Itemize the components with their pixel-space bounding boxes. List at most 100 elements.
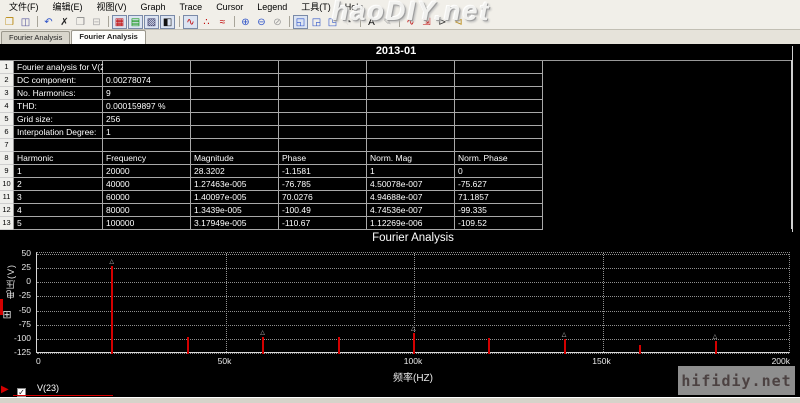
- cell[interactable]: 28.3202: [191, 165, 279, 178]
- cell[interactable]: 4: [14, 204, 103, 217]
- menu-item-3[interactable]: Graph: [134, 0, 173, 14]
- cell[interactable]: 1: [103, 126, 191, 139]
- cell[interactable]: Fourier analysis for V(23):: [14, 61, 103, 74]
- menu-item-2[interactable]: 视图(V): [90, 0, 134, 14]
- export-icon[interactable]: ⊳: [435, 15, 450, 29]
- cell[interactable]: [367, 61, 455, 74]
- cell[interactable]: 80000: [103, 204, 191, 217]
- copy-icon[interactable]: ❐: [73, 15, 88, 29]
- cell[interactable]: [191, 126, 279, 139]
- cell[interactable]: [279, 87, 367, 100]
- open-icon[interactable]: ❐: [2, 15, 17, 29]
- cell[interactable]: [279, 139, 367, 152]
- cell[interactable]: 0.00278074: [103, 74, 191, 87]
- merge-trace-icon[interactable]: ⇲: [419, 15, 434, 29]
- zoom-restore-icon[interactable]: ⊘: [270, 15, 285, 29]
- cell[interactable]: Norm. Phase: [455, 152, 543, 165]
- plot-area[interactable]: △△△△△: [36, 252, 790, 353]
- cell[interactable]: [367, 100, 455, 113]
- cell[interactable]: 1.3439e-005: [191, 204, 279, 217]
- cell[interactable]: [455, 74, 543, 87]
- cell[interactable]: 4.74536e-007: [367, 204, 455, 217]
- cell[interactable]: [367, 139, 455, 152]
- cell[interactable]: [455, 100, 543, 113]
- cell[interactable]: 1: [14, 165, 103, 178]
- cell[interactable]: 1.12269e-006: [367, 217, 455, 230]
- text-icon[interactable]: A: [364, 15, 379, 29]
- cell[interactable]: Frequency: [103, 152, 191, 165]
- curve-points-icon[interactable]: ≈: [215, 15, 230, 29]
- cell[interactable]: [455, 113, 543, 126]
- zoom-x-icon[interactable]: ◱: [293, 15, 308, 29]
- cell[interactable]: DC component:: [14, 74, 103, 87]
- cell[interactable]: -100.49: [279, 204, 367, 217]
- cell[interactable]: 5: [14, 217, 103, 230]
- cell[interactable]: [191, 74, 279, 87]
- menu-item-4[interactable]: Trace: [173, 0, 210, 14]
- undo-icon[interactable]: ↶: [41, 15, 56, 29]
- cell[interactable]: -75.627: [455, 178, 543, 191]
- scatter-icon[interactable]: ∴: [199, 15, 214, 29]
- cell[interactable]: 4.50078e-007: [367, 178, 455, 191]
- cell[interactable]: 1: [367, 165, 455, 178]
- tab-fourier-analysis-1[interactable]: Fourier Analysis: [71, 30, 146, 44]
- cell[interactable]: [279, 61, 367, 74]
- cell[interactable]: [191, 113, 279, 126]
- cell[interactable]: [14, 139, 103, 152]
- save-icon[interactable]: ◫: [18, 15, 33, 29]
- list-view-icon[interactable]: ▤: [128, 15, 143, 29]
- paste-icon[interactable]: ⊟: [89, 15, 104, 29]
- menu-item-7[interactable]: 工具(T): [294, 0, 338, 14]
- zoom-in-icon[interactable]: ⊕: [238, 15, 253, 29]
- chart-view-icon[interactable]: ▨: [144, 15, 159, 29]
- cell[interactable]: Magnitude: [191, 152, 279, 165]
- cell[interactable]: [455, 87, 543, 100]
- cell[interactable]: 70.0276: [279, 191, 367, 204]
- menu-item-0[interactable]: 文件(F): [2, 0, 46, 14]
- cell[interactable]: 60000: [103, 191, 191, 204]
- cell[interactable]: [279, 74, 367, 87]
- cell[interactable]: [103, 61, 191, 74]
- cell[interactable]: Grid size:: [14, 113, 103, 126]
- cell[interactable]: THD:: [14, 100, 103, 113]
- pan-icon[interactable]: ◔: [341, 15, 356, 29]
- cell[interactable]: [367, 87, 455, 100]
- delete-icon[interactable]: ✗: [57, 15, 72, 29]
- cell[interactable]: 9: [103, 87, 191, 100]
- cell[interactable]: [455, 61, 543, 74]
- cell[interactable]: [455, 126, 543, 139]
- cell[interactable]: 1.40097e-005: [191, 191, 279, 204]
- zoom-out-icon[interactable]: ⊖: [254, 15, 269, 29]
- grid-view-icon[interactable]: ▦: [112, 15, 127, 29]
- cell[interactable]: 40000: [103, 178, 191, 191]
- cell[interactable]: 0.000159897 %: [103, 100, 191, 113]
- cell[interactable]: [279, 126, 367, 139]
- tab-fourier-analysis-0[interactable]: Fourier Analysis: [1, 31, 70, 44]
- cell[interactable]: [367, 113, 455, 126]
- cell[interactable]: No. Harmonics:: [14, 87, 103, 100]
- cell[interactable]: 3.17949e-005: [191, 217, 279, 230]
- cell[interactable]: [367, 74, 455, 87]
- curve-icon[interactable]: ∿: [183, 15, 198, 29]
- cell[interactable]: Harmonic: [14, 152, 103, 165]
- cell[interactable]: -109.52: [455, 217, 543, 230]
- import-icon[interactable]: ⊲: [451, 15, 466, 29]
- panel-view-icon[interactable]: ◧: [160, 15, 175, 29]
- cell[interactable]: 71.1857: [455, 191, 543, 204]
- cell[interactable]: -76.785: [279, 178, 367, 191]
- menu-item-1[interactable]: 编辑(E): [46, 0, 90, 14]
- cell[interactable]: -1.1581: [279, 165, 367, 178]
- cell[interactable]: 100000: [103, 217, 191, 230]
- cell[interactable]: -110.67: [279, 217, 367, 230]
- cell[interactable]: [103, 139, 191, 152]
- menu-item-5[interactable]: Cursor: [209, 0, 250, 14]
- legend-trace-label[interactable]: V(23): [37, 383, 59, 393]
- zoom-xy-icon[interactable]: ◳: [325, 15, 340, 29]
- cell[interactable]: 4.94688e-007: [367, 191, 455, 204]
- cell[interactable]: 2: [14, 178, 103, 191]
- menu-item-6[interactable]: Legend: [250, 0, 294, 14]
- cell[interactable]: [191, 61, 279, 74]
- overlay-trace-icon[interactable]: ∿: [403, 15, 418, 29]
- cell[interactable]: 0: [455, 165, 543, 178]
- cell[interactable]: 20000: [103, 165, 191, 178]
